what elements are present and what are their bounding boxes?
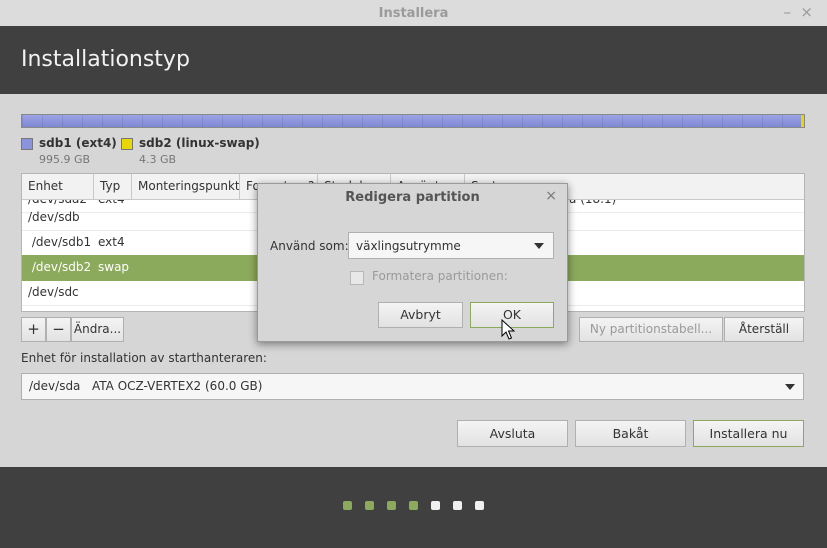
- bootloader-model: ATA OCZ-VERTEX2 (60.0 GB): [92, 379, 263, 393]
- window-title: Installera: [378, 6, 449, 21]
- minimize-icon[interactable]: –: [784, 4, 792, 20]
- progress-dot: [431, 501, 440, 510]
- progress-dot: [387, 501, 396, 510]
- device-cell: /dev/sdb: [28, 210, 80, 224]
- progress-dot: [453, 501, 462, 510]
- close-icon[interactable]: ×: [800, 4, 813, 20]
- use-as-label: Använd som:: [270, 239, 349, 253]
- progress-dot: [343, 501, 352, 510]
- legend-name: sdb2 (linux-swap): [139, 136, 260, 150]
- install-now-button[interactable]: Installera nu: [693, 420, 804, 447]
- add-partition-button[interactable]: +: [21, 317, 46, 342]
- device-cell: /dev/sdc: [28, 285, 79, 299]
- progress-dot: [365, 501, 374, 510]
- column-header[interactable]: Typ: [94, 174, 132, 199]
- bootloader-label: Enhet för installation av starthanterare…: [21, 351, 267, 365]
- progress-dot: [475, 501, 484, 510]
- type-cell: swap: [98, 260, 130, 274]
- type-cell: ext4: [98, 235, 125, 249]
- legend-size: 995.9 GB: [39, 153, 91, 166]
- device-cell: /dev/sdb2: [28, 260, 92, 274]
- column-header[interactable]: Enhet: [22, 174, 94, 199]
- revert-button[interactable]: Återställ: [724, 317, 804, 342]
- ext4-swatch: [21, 138, 33, 150]
- bootloader-device-select[interactable]: /dev/sda ATA OCZ-VERTEX2 (60.0 GB): [21, 373, 804, 400]
- new-partition-table-button[interactable]: Ny partitionstabell...: [579, 317, 723, 342]
- progress-footer: [0, 467, 827, 548]
- change-partition-button[interactable]: Ändra...: [71, 317, 124, 342]
- device-cell: /dev/sdb1: [28, 235, 92, 249]
- bootloader-device: /dev/sda: [29, 379, 81, 393]
- use-as-select[interactable]: växlingsutrymme: [348, 232, 554, 259]
- progress-dot: [409, 501, 418, 510]
- remove-partition-button[interactable]: −: [46, 317, 71, 342]
- chevron-down-icon: [534, 243, 544, 249]
- mouse-cursor-icon: [501, 319, 515, 340]
- legend-size: 4.3 GB: [139, 153, 177, 166]
- format-partition-label: Formatera partitionen:: [372, 269, 508, 283]
- page-header: Installationstyp: [0, 26, 827, 94]
- use-as-value: växlingsutrymme: [356, 239, 461, 253]
- close-icon[interactable]: ×: [545, 188, 557, 204]
- chevron-down-icon: [785, 384, 795, 390]
- swap-segment: [801, 115, 804, 127]
- column-header[interactable]: Monteringspunkt: [132, 174, 240, 199]
- swap-swatch: [121, 138, 133, 150]
- page-title: Installationstyp: [21, 47, 190, 72]
- cancel-button[interactable]: Avbryt: [378, 302, 463, 328]
- title-bar: Installera – ×: [0, 0, 827, 27]
- back-button[interactable]: Bakåt: [575, 420, 686, 447]
- format-partition-checkbox[interactable]: [350, 271, 364, 285]
- dialog-title: Redigera partition: [345, 190, 480, 205]
- legend-name: sdb1 (ext4): [39, 136, 117, 150]
- quit-button[interactable]: Avsluta: [457, 420, 568, 447]
- partition-bar: [21, 114, 805, 128]
- edit-partition-dialog: Redigera partition × Använd som: växling…: [257, 183, 568, 342]
